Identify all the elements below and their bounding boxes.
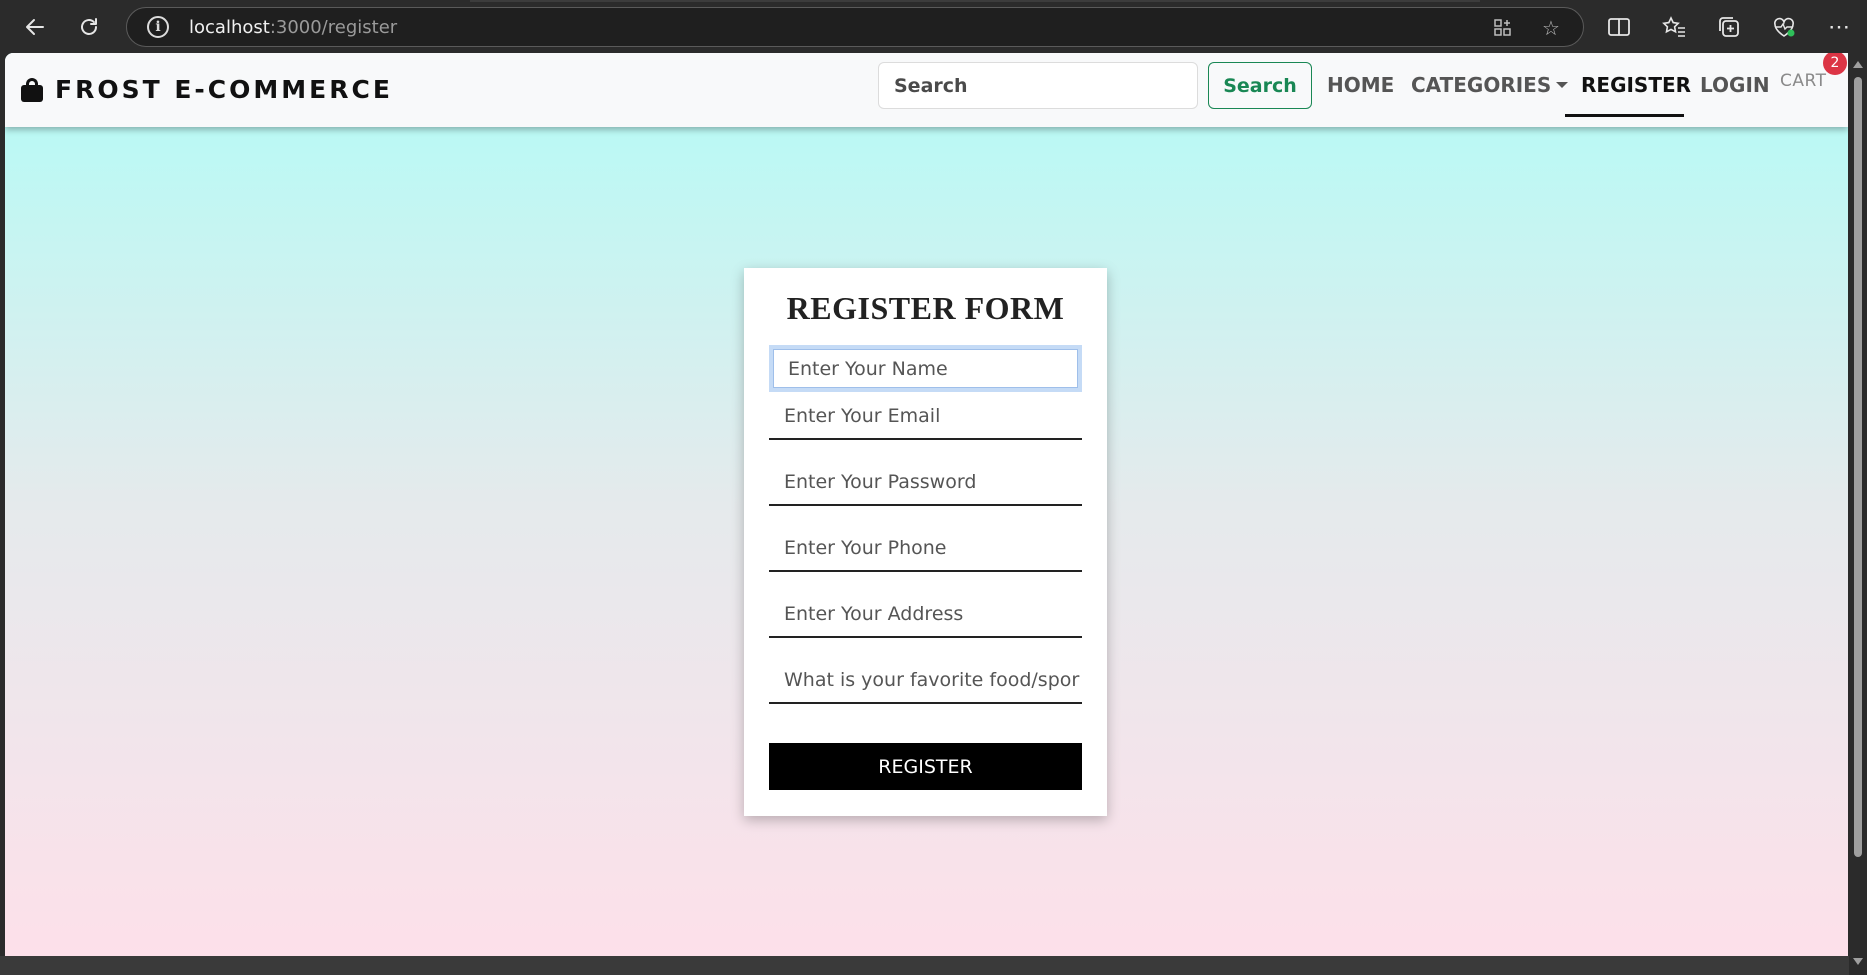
- active-nav-indicator: [1565, 114, 1684, 117]
- window-bottom-edge: [0, 956, 1849, 975]
- heart-pulse-icon[interactable]: [1768, 11, 1800, 43]
- tab-strip-edge: [470, 0, 1480, 2]
- security-answer-field[interactable]: [769, 657, 1082, 704]
- vertical-scrollbar[interactable]: [1849, 53, 1867, 975]
- form-title: REGISTER FORM: [786, 290, 1065, 326]
- arrow-left-icon: [26, 19, 44, 35]
- brand-link[interactable]: FROST E-COMMERCE: [21, 75, 393, 104]
- refresh-icon: [81, 18, 97, 35]
- brand-name: FROST E-COMMERCE: [55, 75, 393, 104]
- url-text[interactable]: localhost:3000/register: [189, 17, 397, 38]
- collections-icon[interactable]: [1713, 11, 1745, 43]
- email-field[interactable]: [769, 393, 1082, 440]
- scroll-up-icon[interactable]: [1853, 61, 1863, 68]
- nav-categories[interactable]: CATEGORIES: [1411, 73, 1569, 103]
- split-screen-icon[interactable]: [1603, 11, 1635, 43]
- phone-field[interactable]: [769, 525, 1082, 572]
- search-input[interactable]: [878, 62, 1198, 109]
- nav-login[interactable]: LOGIN: [1700, 73, 1770, 103]
- password-field[interactable]: [769, 459, 1082, 506]
- site-header: FROST E-COMMERCE Search HOME CATEGORIES …: [5, 53, 1848, 127]
- name-field[interactable]: [769, 345, 1082, 392]
- info-icon[interactable]: i: [147, 16, 169, 38]
- address-bar[interactable]: i localhost:3000/register ☆: [126, 7, 1584, 47]
- address-field[interactable]: [769, 591, 1082, 638]
- star-icon[interactable]: ☆: [1537, 14, 1565, 42]
- nav-home[interactable]: HOME: [1327, 73, 1394, 103]
- scrollbar-thumb[interactable]: [1854, 77, 1862, 857]
- refresh-button[interactable]: [71, 9, 107, 45]
- scroll-down-icon[interactable]: [1853, 958, 1863, 965]
- nav-cart[interactable]: CART: [1780, 71, 1826, 91]
- more-icon[interactable]: ⋯: [1823, 11, 1855, 43]
- favorites-icon[interactable]: [1658, 11, 1690, 43]
- shopping-bag-icon: [21, 77, 43, 102]
- nav-categories-label: CATEGORIES: [1411, 73, 1552, 97]
- register-button[interactable]: REGISTER: [769, 743, 1082, 790]
- nav-register[interactable]: REGISTER: [1581, 73, 1691, 103]
- browser-toolbar: i localhost:3000/register ☆ ⋯: [0, 0, 1867, 53]
- app-grid-icon[interactable]: [1489, 14, 1517, 42]
- caret-down-icon: [1556, 81, 1569, 88]
- register-form: REGISTER FORM REGISTER: [744, 268, 1107, 816]
- cart-count-badge: 2: [1823, 53, 1847, 75]
- search-button[interactable]: Search: [1208, 62, 1312, 109]
- page-viewport: FROST E-COMMERCE Search HOME CATEGORIES …: [5, 53, 1848, 956]
- back-button[interactable]: [17, 9, 53, 45]
